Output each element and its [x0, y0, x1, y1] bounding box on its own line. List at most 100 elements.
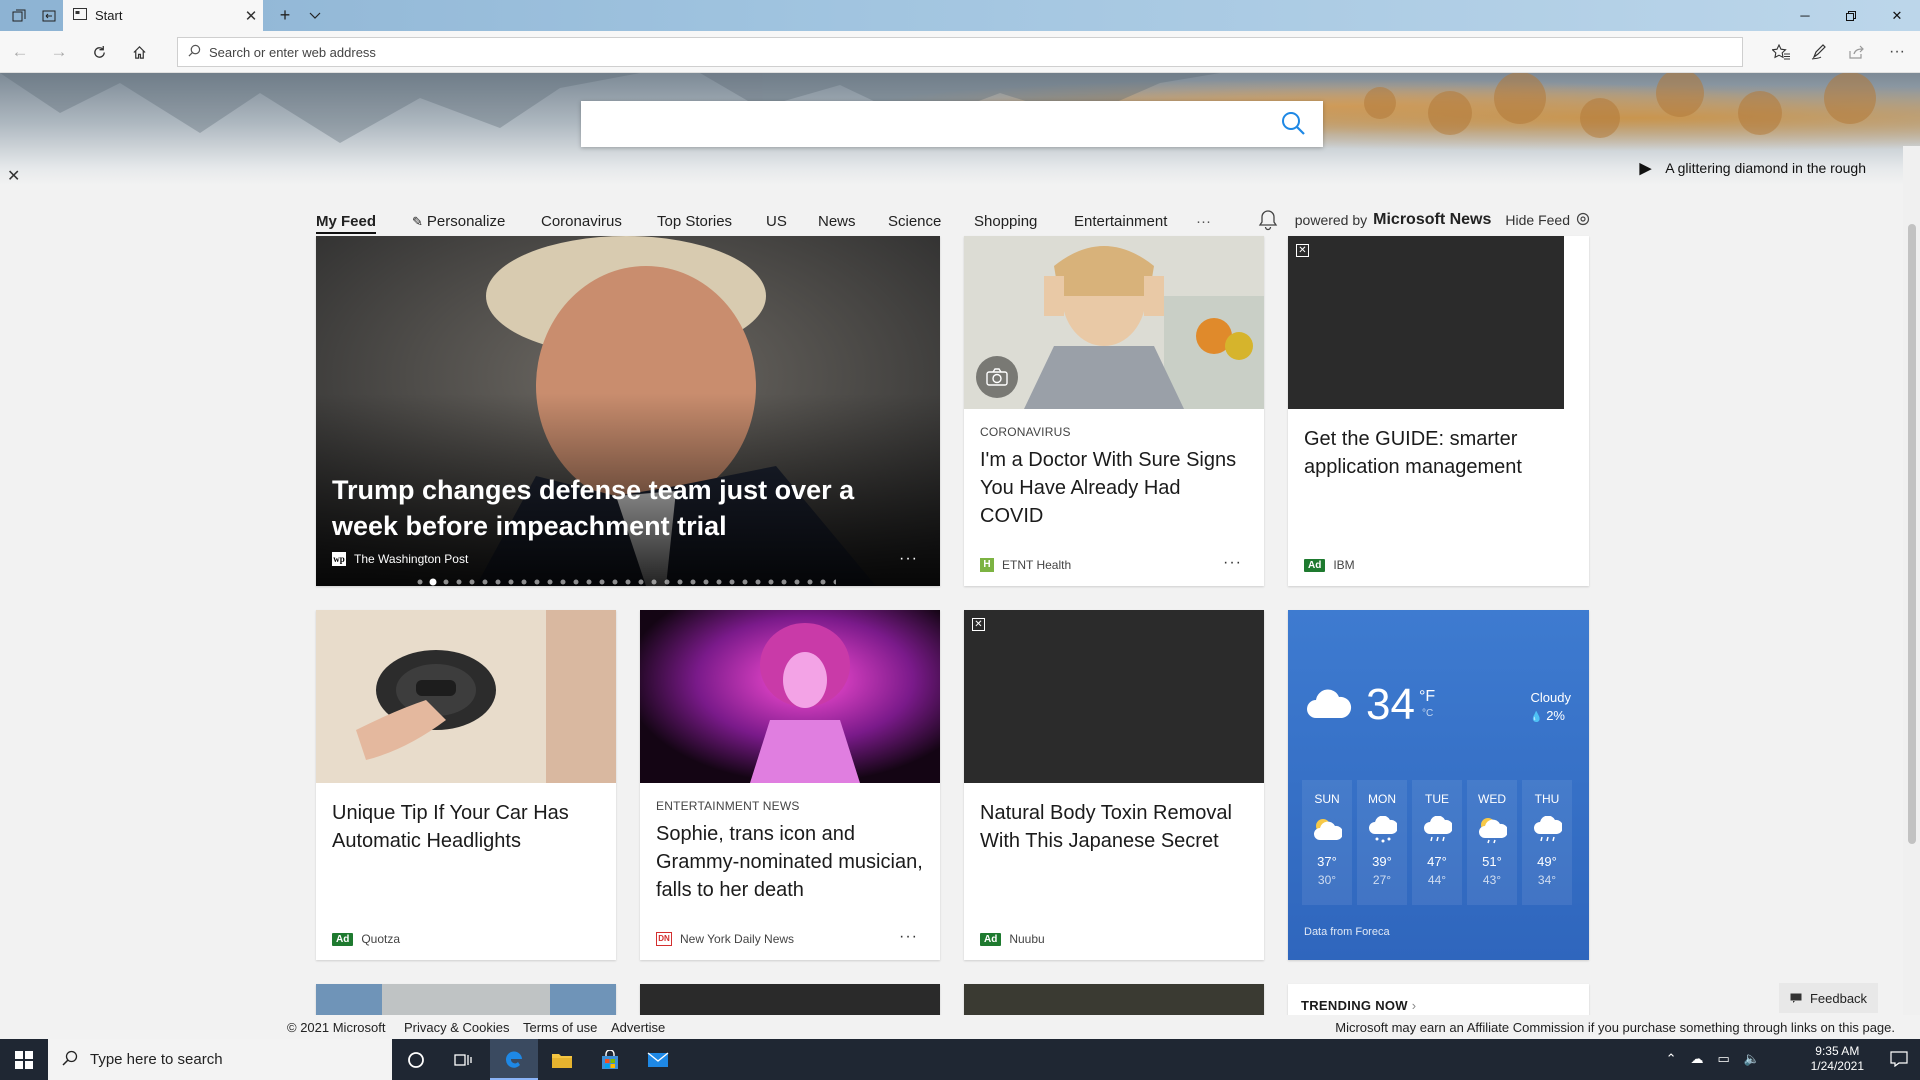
pen-icon[interactable] [1803, 37, 1835, 67]
tab-entertainment[interactable]: Entertainment [1074, 213, 1167, 230]
carousel-dot[interactable] [755, 579, 761, 585]
scrollbar-thumb[interactable] [1908, 224, 1916, 844]
refresh-icon[interactable] [83, 37, 115, 67]
cortana-icon[interactable] [392, 1039, 440, 1080]
restore-button[interactable] [1828, 0, 1874, 31]
carousel-dot[interactable] [716, 579, 722, 585]
covid-story-card[interactable]: CORONAVIRUS I'm a Doctor With Sure Signs… [964, 236, 1264, 586]
carousel-dot[interactable] [820, 579, 826, 585]
volume-icon[interactable]: 🔈 [1744, 1051, 1760, 1067]
network-icon[interactable]: ▭ [1718, 1051, 1730, 1067]
hero-story-card[interactable]: Trump changes defense team just over a w… [316, 236, 940, 586]
search-icon[interactable] [1279, 110, 1307, 143]
celsius-toggle[interactable]: °C [1422, 708, 1433, 719]
weather-card[interactable]: 34 °F °C Cloudy 💧 2% SUN 37° 30° MON 39°… [1288, 610, 1589, 960]
carousel-dot[interactable] [703, 579, 709, 585]
image-caption-link[interactable]: ▶ A glittering diamond in the rough [1640, 159, 1866, 177]
windows-start-icon[interactable] [0, 1039, 48, 1080]
notifications-bell-icon[interactable] [1258, 209, 1278, 235]
tab-start[interactable]: Start ✕ [63, 0, 263, 31]
forecast-day[interactable]: TUE 47° 44° [1412, 780, 1462, 905]
carousel-dot[interactable] [586, 579, 592, 585]
carousel-dot[interactable] [677, 579, 683, 585]
carousel-dot[interactable] [781, 579, 787, 585]
carousel-dot[interactable] [794, 579, 800, 585]
carousel-dot[interactable] [625, 579, 631, 585]
favorites-icon[interactable] [1765, 37, 1797, 67]
toxin-ad-title[interactable]: Natural Body Toxin Removal With This Jap… [980, 799, 1248, 855]
forecast-day[interactable]: WED 51° 43° [1467, 780, 1517, 905]
sophie-story-title[interactable]: Sophie, trans icon and Grammy-nominated … [656, 820, 924, 904]
fahrenheit-toggle[interactable]: °F [1419, 688, 1435, 706]
hide-feed-button[interactable]: Hide Feed [1505, 212, 1570, 228]
carousel-dot[interactable] [612, 579, 618, 585]
task-view-icon[interactable] [440, 1039, 488, 1080]
carousel-dot[interactable] [651, 579, 657, 585]
toxin-ad-card[interactable]: ✕ Natural Body Toxin Removal With This J… [964, 610, 1264, 960]
tab-my-feed[interactable]: My Feed [316, 213, 377, 234]
carousel-dot[interactable] [482, 579, 488, 585]
ad-close-icon[interactable]: ✕ [1296, 244, 1309, 257]
story-card-partial[interactable] [640, 984, 940, 1015]
footer-advertise-link[interactable]: Advertise [611, 1020, 665, 1035]
carousel-dot[interactable] [807, 579, 813, 585]
forecast-day[interactable]: SUN 37° 30° [1302, 780, 1352, 905]
tab-news[interactable]: News [818, 213, 856, 230]
carousel-dot[interactable] [833, 579, 839, 585]
tab-top-stories[interactable]: Top Stories [657, 213, 732, 230]
trending-now-card[interactable]: TRENDING NOW › [1288, 984, 1589, 1015]
taskbar-search-box[interactable]: Type here to search [48, 1039, 392, 1080]
forecast-day[interactable]: THU 49° 34° [1522, 780, 1572, 905]
show-hidden-icons-icon[interactable]: ⌃ [1666, 1051, 1677, 1067]
carousel-dot[interactable] [469, 579, 475, 585]
carousel-dot[interactable] [456, 579, 462, 585]
carousel-dot[interactable] [417, 579, 423, 585]
onedrive-icon[interactable]: ☁ [1691, 1051, 1704, 1067]
covid-story-title[interactable]: I'm a Doctor With Sure Signs You Have Al… [980, 446, 1248, 530]
carousel-dot[interactable] [742, 579, 748, 585]
share-icon[interactable] [1841, 37, 1873, 67]
hero-story-more-icon[interactable]: ··· [899, 550, 918, 568]
weather-data-source[interactable]: Data from Foreca [1304, 926, 1390, 938]
forecast-day[interactable]: MON 39° 27° [1357, 780, 1407, 905]
close-icon[interactable]: ✕ [7, 166, 20, 186]
action-center-icon[interactable] [1890, 1051, 1908, 1072]
tab-shopping[interactable]: Shopping [974, 213, 1037, 230]
carousel-dot[interactable] [495, 579, 501, 585]
tab-us[interactable]: US [766, 213, 787, 230]
footer-terms-link[interactable]: Terms of use [523, 1020, 597, 1035]
home-icon[interactable] [123, 37, 155, 67]
headlights-ad-card[interactable]: Unique Tip If Your Car Has Automatic Hea… [316, 610, 616, 960]
carousel-dot[interactable] [599, 579, 605, 585]
carousel-dot[interactable] [521, 579, 527, 585]
carousel-dot[interactable] [638, 579, 644, 585]
more-categories-icon[interactable]: ··· [1196, 213, 1211, 230]
tab-coronavirus[interactable]: Coronavirus [541, 213, 622, 230]
more-options-icon[interactable]: ··· [1881, 37, 1913, 67]
carousel-dot[interactable] [429, 578, 437, 586]
tab-personalize[interactable]: ✎ Personalize [412, 213, 505, 230]
feedback-button[interactable]: Feedback [1779, 983, 1878, 1013]
microsoft-store-icon[interactable] [586, 1039, 634, 1080]
carousel-dot[interactable] [573, 579, 579, 585]
sophie-story-category[interactable]: ENTERTAINMENT NEWS [656, 799, 800, 813]
carousel-dot[interactable] [664, 579, 670, 585]
ad-close-icon[interactable]: ✕ [972, 618, 985, 631]
carousel-dots[interactable] [416, 573, 839, 586]
microsoft-news-logo[interactable]: Microsoft News [1373, 211, 1491, 229]
edge-taskbar-icon[interactable] [490, 1039, 538, 1080]
page-scrollbar[interactable] [1903, 146, 1920, 1015]
carousel-dot[interactable] [729, 579, 735, 585]
carousel-dot[interactable] [768, 579, 774, 585]
footer-privacy-link[interactable]: Privacy & Cookies [404, 1020, 509, 1035]
minimize-button[interactable]: ─ [1782, 0, 1828, 31]
ibm-ad-card[interactable]: ✕ Get the GUIDE: smarter application man… [1288, 236, 1589, 586]
close-tab-icon[interactable]: ✕ [239, 7, 263, 25]
carousel-dot[interactable] [508, 579, 514, 585]
close-window-button[interactable]: ✕ [1874, 0, 1920, 31]
chevron-down-icon[interactable] [296, 0, 334, 31]
headlights-ad-title[interactable]: Unique Tip If Your Car Has Automatic Hea… [332, 799, 600, 855]
carousel-dot[interactable] [560, 579, 566, 585]
mail-icon[interactable] [634, 1039, 682, 1080]
carousel-dot[interactable] [534, 579, 540, 585]
